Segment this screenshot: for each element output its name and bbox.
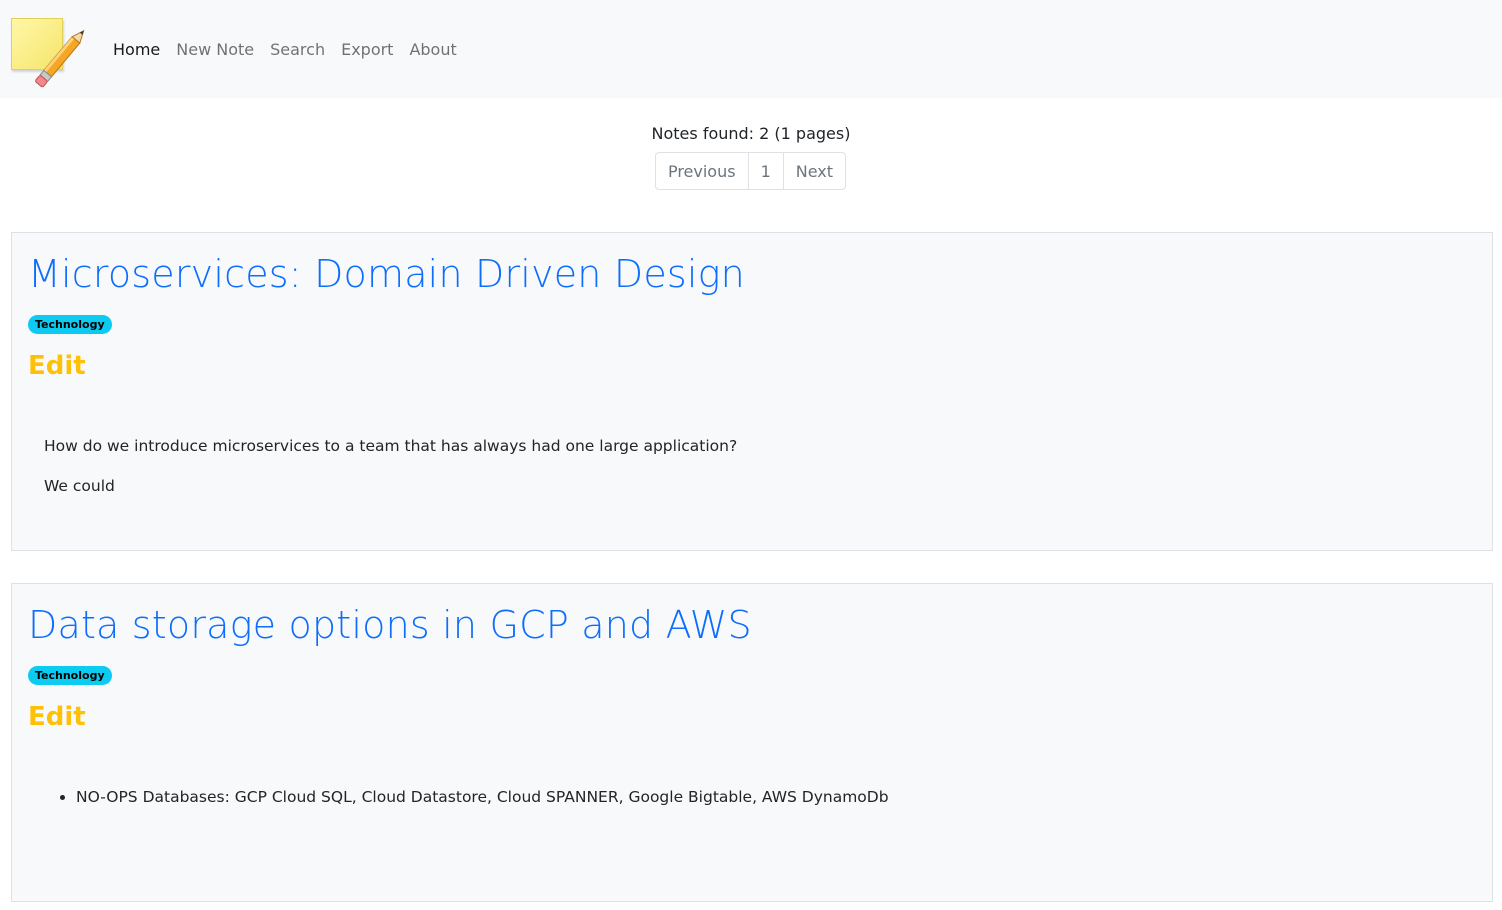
notes-found-summary: Notes found: 2 (1 pages): [651, 124, 851, 143]
page-1-button[interactable]: 1: [747, 152, 784, 190]
note-title-link[interactable]: Data storage options in GCP and AWS: [28, 602, 1476, 648]
note-card: Microservices: Domain Driven Design Tech…: [11, 232, 1493, 551]
nav-export-link[interactable]: Export: [333, 32, 401, 67]
tag-badge[interactable]: Technology: [28, 666, 112, 685]
previous-page-button[interactable]: Previous: [654, 152, 749, 190]
nav-links: Home New Note Search Export About: [105, 32, 465, 67]
note-paragraph: We could: [44, 477, 115, 495]
pagination: Previous 1 Next: [0, 152, 1502, 190]
tag-badge[interactable]: Technology: [28, 315, 112, 334]
note-paragraph: How do we introduce microservices to a t…: [44, 437, 738, 455]
nav-search-link[interactable]: Search: [262, 32, 333, 67]
nav-new-note-link[interactable]: New Note: [168, 32, 262, 67]
edit-link[interactable]: Edit: [28, 350, 1476, 382]
note-card: Data storage options in GCP and AWS Tech…: [11, 583, 1493, 902]
list-item: NO-OPS Databases: GCP Cloud SQL, Cloud D…: [76, 785, 1476, 809]
note-body: NO-OPS Databases: GCP Cloud SQL, Cloud D…: [28, 785, 1476, 809]
note-title-link[interactable]: Microservices: Domain Driven Design: [28, 251, 1476, 297]
nav-about-link[interactable]: About: [401, 32, 464, 67]
edit-link[interactable]: Edit: [28, 701, 1476, 733]
sticky-note-pencil-logo[interactable]: [10, 13, 85, 88]
nav-home-link[interactable]: Home: [105, 32, 168, 67]
note-list: NO-OPS Databases: GCP Cloud SQL, Cloud D…: [28, 785, 1476, 809]
note-body: How do we introduce microservices to a t…: [28, 434, 1476, 498]
navbar: Home New Note Search Export About: [0, 0, 1502, 98]
pencil-icon: [35, 29, 85, 88]
next-page-button[interactable]: Next: [782, 152, 847, 190]
